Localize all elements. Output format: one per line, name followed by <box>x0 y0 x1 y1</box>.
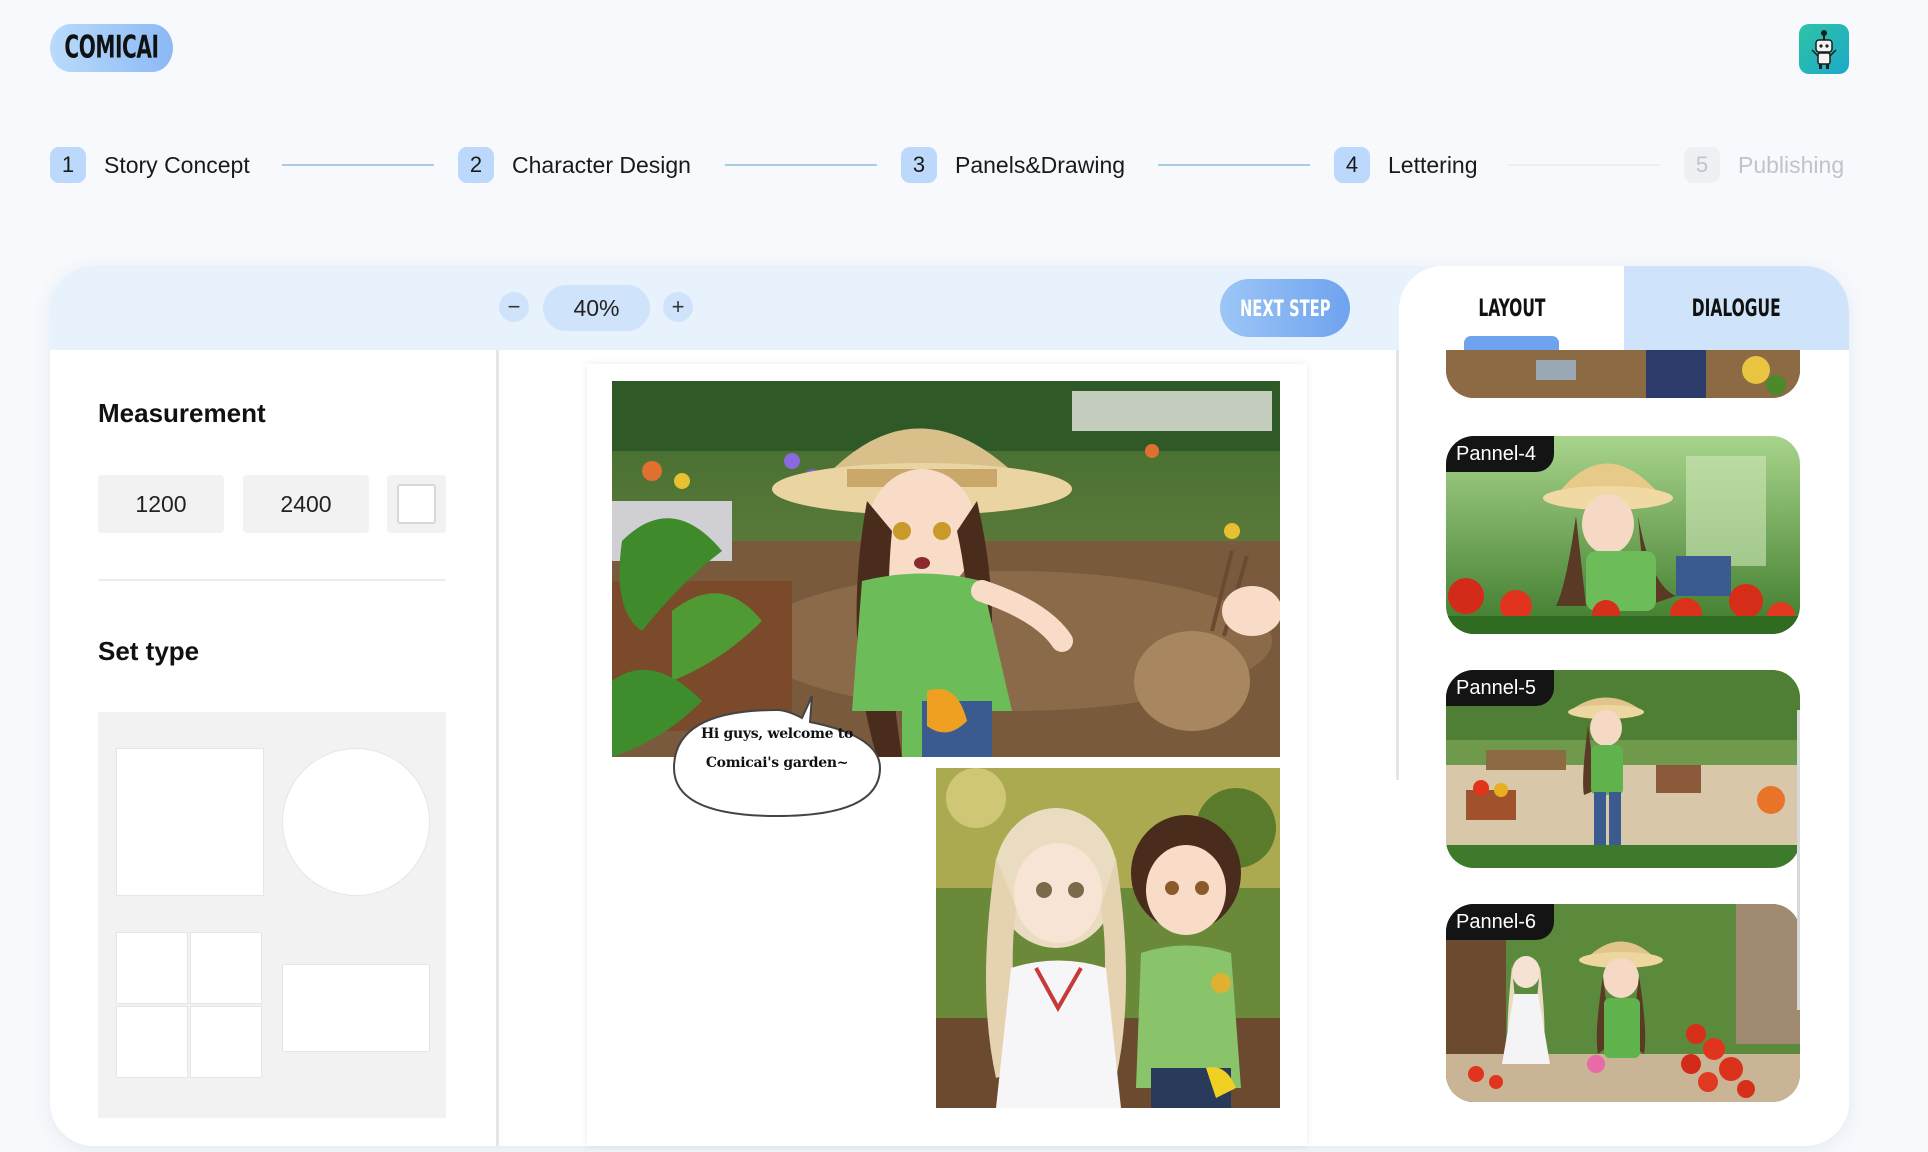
next-step-button[interactable]: NEXT STEP <box>1220 279 1350 337</box>
panel-thumbnail[interactable]: Pannel-6 <box>1446 904 1800 1102</box>
step-story-concept[interactable]: 1 Story Concept <box>50 146 250 184</box>
wide-panel-option[interactable] <box>282 964 430 1052</box>
checkbox-square-icon <box>397 484 436 524</box>
panel-label: Pannel-6 <box>1446 904 1555 940</box>
step-number: 5 <box>1684 147 1720 183</box>
width-field[interactable]: 1200 <box>98 475 224 533</box>
progress-stepper: 1 Story Concept 2 Character Design 3 Pan… <box>50 146 1849 184</box>
panel-thumbnail[interactable]: Pannel-4 <box>1446 436 1800 634</box>
section-divider <box>98 579 446 581</box>
step-label: Story Concept <box>104 151 250 178</box>
panel-thumbnail[interactable]: Pannel-5 <box>1446 670 1800 868</box>
step-number: 3 <box>901 147 937 183</box>
panel-type-picker <box>98 712 446 1118</box>
right-panel: LAYOUT DIALOGUE Pannel-4 Pannel-5 Pannel… <box>1399 266 1849 1146</box>
zoom-in-button[interactable]: + <box>663 292 693 322</box>
step-connector <box>1158 164 1310 166</box>
square-panel-option[interactable] <box>116 748 264 896</box>
panel-label: Pannel-4 <box>1446 436 1555 472</box>
layout-sidebar: Measurement 1200 2400 Set type <box>50 350 498 1146</box>
step-number: 4 <box>1334 147 1370 183</box>
step-lettering[interactable]: 4 Lettering <box>1334 146 1478 184</box>
circle-panel-option[interactable] <box>282 748 430 896</box>
set-type-title: Set type <box>98 636 200 666</box>
comic-panel-2[interactable] <box>936 768 1280 1108</box>
step-label: Lettering <box>1388 151 1478 178</box>
step-label: Panels&Drawing <box>955 151 1126 178</box>
robot-avatar-icon <box>1811 30 1837 69</box>
panel-thumbnail[interactable] <box>1446 350 1800 398</box>
zoom-out-button[interactable]: − <box>499 292 529 322</box>
step-connector <box>282 164 434 166</box>
active-tab-indicator <box>1464 336 1559 350</box>
user-avatar[interactable] <box>1799 24 1849 74</box>
grid-panel-option[interactable] <box>116 932 264 1080</box>
tab-dialogue[interactable]: DIALOGUE <box>1624 266 1849 350</box>
panel-thumbnail-list: Pannel-4 Pannel-5 Pannel-6 <box>1399 350 1849 1146</box>
lock-ratio-checkbox[interactable] <box>387 475 446 533</box>
speech-bubble-text: Hi guys, welcome to Comicai's garden~ <box>701 726 853 771</box>
panel-label: Pannel-5 <box>1446 670 1555 706</box>
zoom-level: 40% <box>543 285 650 331</box>
step-label: Character Design <box>512 151 691 178</box>
step-number: 2 <box>458 147 494 183</box>
step-publishing: 5 Publishing <box>1684 146 1844 184</box>
step-character-design[interactable]: 2 Character Design <box>458 146 691 184</box>
height-field[interactable]: 2400 <box>243 475 369 533</box>
step-panels-drawing[interactable]: 3 Panels&Drawing <box>901 146 1125 184</box>
app-logo[interactable]: COMICAI <box>50 24 173 72</box>
step-connector <box>1508 164 1660 166</box>
step-number: 1 <box>50 147 86 183</box>
panel-list-scrollbar[interactable] <box>1797 710 1800 1010</box>
step-label: Publishing <box>1738 151 1845 178</box>
step-connector <box>725 164 877 166</box>
measurement-title: Measurement <box>98 398 266 428</box>
